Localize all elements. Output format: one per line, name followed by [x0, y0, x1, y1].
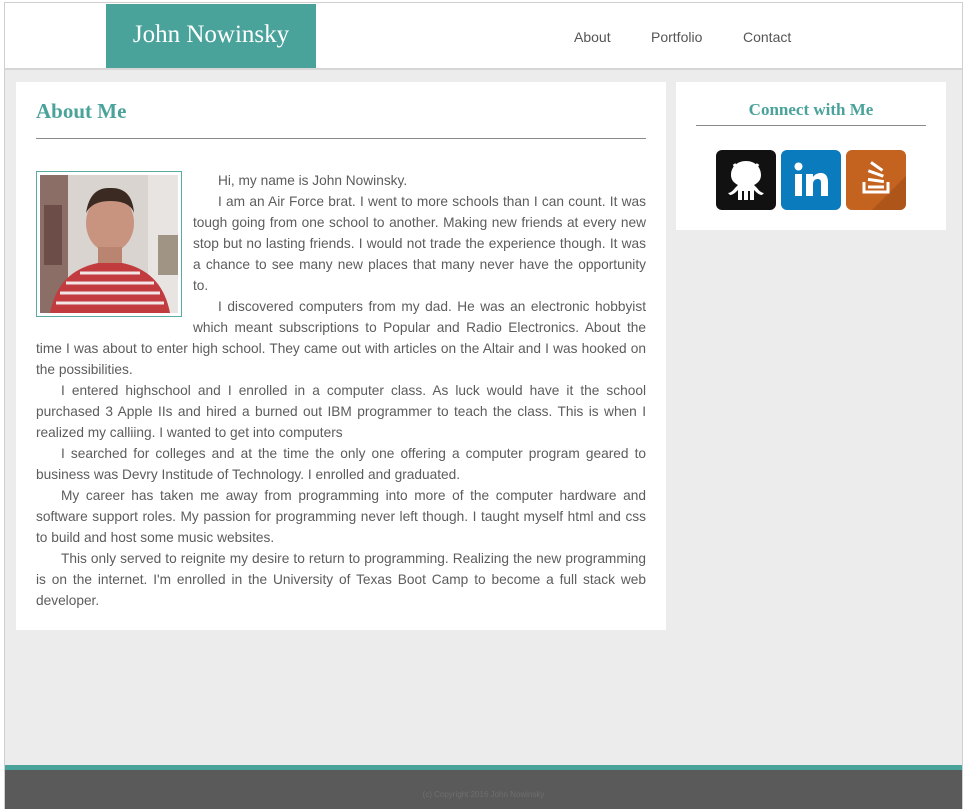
nav-about[interactable]: About — [574, 29, 611, 45]
connect-divider — [696, 125, 926, 126]
linkedin-icon — [794, 162, 828, 196]
profile-photo — [36, 171, 182, 317]
github-icon — [728, 161, 764, 200]
section-title: About Me — [36, 99, 127, 123]
bio-paragraph: I entered highschool and I enrolled in a… — [36, 383, 646, 440]
linkedin-link[interactable] — [781, 150, 841, 210]
footer: (c) Copyright 2016 John Nowinsky — [5, 765, 962, 809]
about-section: About Me Hi, my name is John Nowinsky. I… — [16, 82, 666, 630]
stackoverflow-link[interactable] — [846, 150, 906, 210]
nav-contact[interactable]: Contact — [743, 29, 791, 45]
footer-copyright: (c) Copyright 2016 John Nowinsky — [422, 790, 545, 799]
github-link[interactable] — [716, 150, 776, 210]
bio-text: Hi, my name is John Nowinsky. I am an Ai… — [36, 170, 646, 611]
bio-paragraph: I searched for colleges and at the time … — [36, 446, 646, 482]
page-frame: John Nowinsky About Portfolio Contact Ab… — [4, 2, 963, 809]
stackoverflow-icon — [862, 161, 906, 210]
connect-panel: Connect with Me — [676, 82, 946, 230]
site-brand[interactable]: John Nowinsky — [106, 4, 316, 68]
bio-paragraph: My career has taken me away from program… — [36, 488, 646, 545]
profile-photo-image — [40, 175, 178, 313]
title-divider — [36, 138, 646, 139]
header: John Nowinsky About Portfolio Contact — [5, 3, 962, 70]
bio-paragraph: This only served to reignite my desire t… — [36, 551, 646, 608]
connect-title: Connect with Me — [748, 100, 874, 119]
nav-portfolio[interactable]: Portfolio — [651, 29, 702, 45]
